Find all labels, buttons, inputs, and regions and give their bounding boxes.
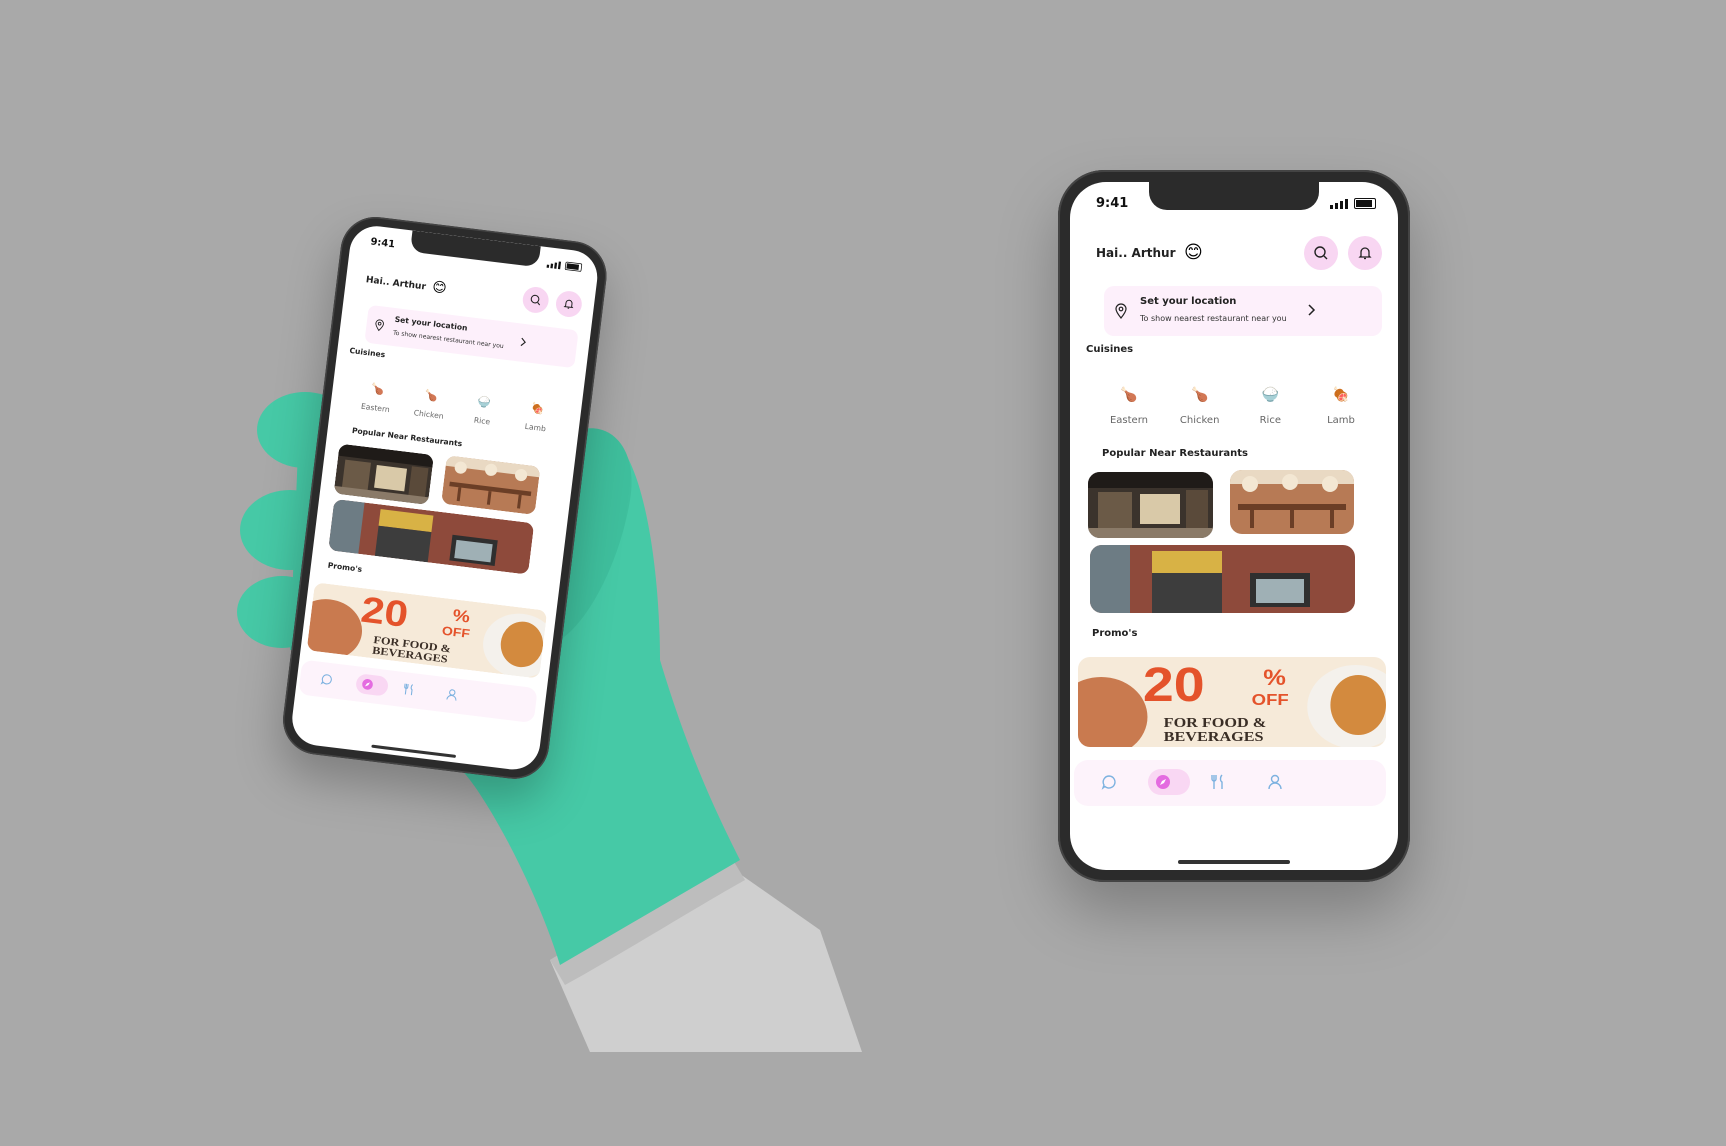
cuisines-title: Cuisines — [1086, 344, 1134, 355]
chat-icon[interactable] — [319, 672, 334, 687]
restaurant-utensils-icon[interactable] — [402, 682, 417, 697]
home-indicator — [371, 744, 457, 758]
restaurant-photo — [1088, 472, 1213, 538]
cuisine-item-eastern[interactable]: 🍗 Eastern — [1102, 387, 1156, 437]
promo-percent: % — [452, 606, 471, 626]
cuisine-item-lamb[interactable]: 🍖 Lamb — [513, 400, 558, 443]
cuisine-list: 🍗 Eastern 🍗 Chicken 🍚 Rice 🍖 Lamb — [1102, 387, 1368, 437]
location-pin-icon — [1115, 303, 1127, 319]
popular-restaurants-title: Popular Near Restaurants — [351, 426, 463, 449]
restaurant-photo — [333, 443, 434, 505]
meat-icon: 🍖 — [1332, 387, 1350, 403]
cuisine-label: Rice — [1259, 415, 1281, 426]
smile-emoji-icon: 😊 — [431, 278, 448, 297]
promo-off: OFF — [1252, 690, 1289, 708]
promo-line-1: FOR FOOD & — [1164, 716, 1267, 731]
phone-mockup-right: 9:41 Hai.. Arthur 😊 Set your location To… — [1058, 170, 1410, 882]
promo-percent: % — [1263, 666, 1286, 691]
phone-notch — [409, 230, 541, 268]
chat-icon[interactable] — [1100, 773, 1118, 791]
cuisine-item-chicken[interactable]: 🍗 Chicken — [1173, 387, 1227, 437]
set-location-card[interactable]: Set your location To show nearest restau… — [1104, 286, 1382, 336]
promos-title: Promo's — [1092, 628, 1138, 639]
signal-icon — [1330, 198, 1348, 209]
status-icons — [1330, 198, 1376, 209]
restaurant-card-2[interactable] — [441, 455, 541, 515]
cuisines-title: Cuisines — [348, 346, 386, 360]
cuisine-label: Rice — [473, 416, 491, 427]
greeting-text: Hai.. Arthur — [1096, 246, 1176, 260]
restaurant-card-3[interactable] — [1090, 545, 1355, 613]
restaurant-photo — [441, 455, 541, 515]
location-subtitle: To show nearest restaurant near you — [1140, 314, 1287, 323]
restaurant-photo — [1230, 470, 1354, 534]
home-indicator — [1178, 860, 1290, 864]
rice-bowl-icon: 🍚 — [476, 395, 492, 410]
notifications-button[interactable] — [554, 289, 584, 319]
cuisine-label: Eastern — [360, 402, 391, 415]
status-time: 9:41 — [369, 236, 396, 251]
status-time: 9:41 — [1096, 196, 1129, 211]
restaurant-card-2[interactable] — [1230, 470, 1354, 534]
status-icons — [546, 259, 583, 272]
promos-title: Promo's — [327, 561, 363, 575]
cuisine-label: Chicken — [413, 409, 445, 422]
restaurant-card-1[interactable] — [333, 443, 434, 505]
profile-icon[interactable] — [444, 687, 459, 702]
drumstick-icon: 🍗 — [370, 382, 386, 397]
cuisine-item-rice[interactable]: 🍚 Rice — [1243, 387, 1297, 437]
promo-line-2: BEVERAGES — [1164, 730, 1264, 745]
chicken-leg-icon: 🍗 — [1190, 387, 1209, 403]
cuisine-item-eastern[interactable]: 🍗 Eastern — [353, 381, 398, 424]
popular-restaurants-title: Popular Near Restaurants — [1102, 448, 1248, 459]
search-button[interactable] — [521, 285, 551, 315]
cuisine-item-lamb[interactable]: 🍖 Lamb — [1314, 387, 1368, 437]
location-subtitle: To show nearest restaurant near you — [392, 329, 505, 350]
app-screen: 9:41 Hai.. Arthur 😊 Set your location To… — [289, 223, 601, 773]
battery-icon — [1354, 198, 1376, 209]
greeting-text: Hai.. Arthur — [365, 273, 427, 292]
explore-icon[interactable] — [360, 677, 375, 692]
location-title: Set your location — [1140, 296, 1237, 307]
profile-icon[interactable] — [1266, 773, 1284, 791]
app-header: Hai.. Arthur 😊 — [1096, 236, 1382, 272]
bottom-tab-bar — [1074, 760, 1386, 806]
cuisine-label: Eastern — [1109, 415, 1148, 426]
cuisine-label: Lamb — [524, 422, 547, 434]
notifications-button[interactable] — [1348, 236, 1382, 270]
restaurant-utensils-icon[interactable] — [1210, 773, 1228, 791]
chevron-right-icon — [1308, 304, 1316, 316]
meat-icon: 🍖 — [530, 402, 545, 416]
signal-icon — [546, 260, 562, 269]
promo-big-number: 20 — [359, 589, 411, 635]
restaurant-photo — [1090, 545, 1355, 613]
explore-icon[interactable] — [1154, 773, 1172, 791]
location-pin-icon — [375, 319, 384, 332]
promo-image: 20 % OFF FOR FOOD & BEVERAGES — [1078, 657, 1386, 747]
cuisine-label: Chicken — [1179, 415, 1220, 426]
bell-icon — [563, 299, 574, 309]
rice-bowl-icon: 🍚 — [1261, 387, 1280, 403]
chevron-right-icon — [520, 337, 526, 347]
smile-emoji-icon: 😊 — [1184, 242, 1203, 263]
search-icon — [1314, 246, 1328, 260]
promo-banner[interactable]: 20 % OFF FOR FOOD & BEVERAGES — [1078, 657, 1386, 747]
promo-big-number: 20 — [1143, 658, 1205, 712]
search-icon — [530, 294, 541, 306]
restaurant-card-1[interactable] — [1088, 472, 1213, 538]
cuisine-item-chicken[interactable]: 🍗 Chicken — [407, 387, 452, 430]
chicken-leg-icon: 🍗 — [423, 389, 439, 403]
battery-icon — [564, 261, 583, 272]
drumstick-icon: 🍗 — [1120, 387, 1138, 403]
phone-notch — [1149, 182, 1319, 210]
app-screen: 9:41 Hai.. Arthur 😊 Set your location To… — [1070, 182, 1398, 870]
search-button[interactable] — [1304, 236, 1338, 270]
cuisine-label: Lamb — [1327, 415, 1355, 426]
cuisine-item-rice[interactable]: 🍚 Rice — [460, 394, 505, 437]
hand-illustration — [237, 392, 862, 1052]
bell-icon — [1358, 247, 1372, 260]
